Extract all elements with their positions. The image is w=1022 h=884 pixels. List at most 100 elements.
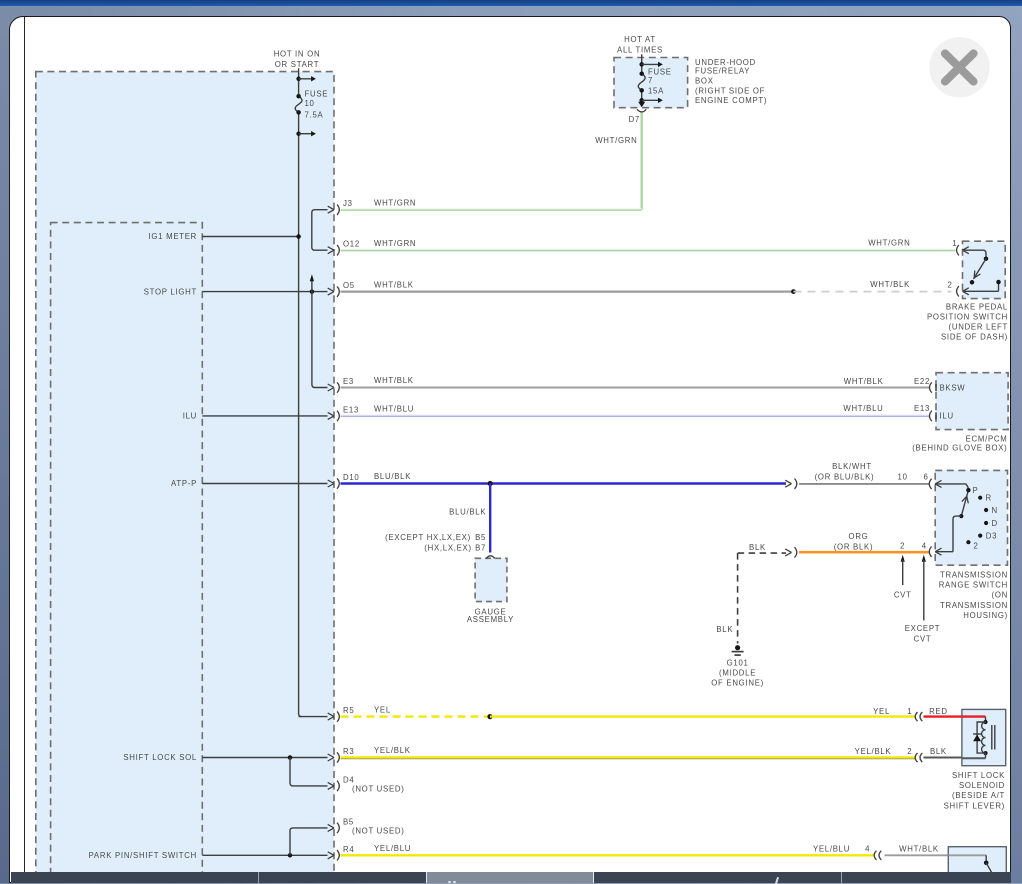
svg-text:BOX: BOX [695,76,714,85]
svg-text:YEL: YEL [374,705,391,714]
svg-text:ALL TIMES: ALL TIMES [617,45,663,54]
svg-text:J3: J3 [343,199,353,208]
svg-text:YEL: YEL [873,707,890,716]
svg-text:CVT: CVT [894,591,912,600]
svg-text:(OR BLU/BLK): (OR BLU/BLK) [815,473,875,482]
svg-text:YEL/BLU: YEL/BLU [374,844,411,853]
svg-text:SHIFT LEVER): SHIFT LEVER) [944,801,1005,810]
svg-text:2: 2 [900,542,905,551]
svg-text:ORG: ORG [849,532,869,541]
svg-text:D3: D3 [986,531,997,540]
svg-text:O12: O12 [343,240,360,249]
svg-text:EXCEPT: EXCEPT [905,624,941,633]
svg-text:BLK/WHT: BLK/WHT [832,462,872,471]
svg-text:POSITION SWITCH: POSITION SWITCH [927,312,1008,321]
svg-text:BLU/BLK: BLU/BLK [374,472,411,481]
svg-text:WHT/BLK: WHT/BLK [870,280,910,289]
svg-text:SIDE OF DASH): SIDE OF DASH) [941,332,1008,341]
svg-text:(MIDDLE: (MIDDLE [719,668,756,677]
svg-text:(ON: (ON [992,591,1008,600]
svg-text:R3: R3 [343,747,354,756]
svg-text:BLK: BLK [716,625,733,634]
svg-text:R4: R4 [343,845,354,854]
svg-text:7: 7 [648,76,653,85]
svg-text:BLK: BLK [749,543,766,552]
svg-text:OF ENGINE): OF ENGINE) [711,679,764,688]
svg-text:WHT/BLU: WHT/BLU [843,404,883,413]
svg-text:BLK: BLK [930,747,947,756]
svg-text:O5: O5 [343,281,355,290]
svg-text:D: D [992,519,998,528]
svg-text:TRANSMISSION: TRANSMISSION [940,601,1008,610]
svg-text:N: N [992,506,998,515]
svg-text:(HX,LX,EX): (HX,LX,EX) [424,543,472,552]
svg-text:E13: E13 [343,405,359,414]
svg-text:ECM/PCM: ECM/PCM [966,434,1008,443]
svg-text:WHT/GRN: WHT/GRN [595,136,637,145]
svg-text:WHT/BLK: WHT/BLK [374,376,414,385]
svg-text:WHT/BLK: WHT/BLK [899,844,939,853]
svg-text:WHT/BLU: WHT/BLU [374,405,414,414]
svg-text:(EXCEPT HX,LX,EX): (EXCEPT HX,LX,EX) [385,533,471,542]
svg-text:IG1 METER: IG1 METER [148,232,197,241]
svg-text:2: 2 [907,747,912,756]
svg-text:B5: B5 [343,817,354,826]
svg-text:D7: D7 [629,115,640,124]
svg-text:BRAKE PEDAL: BRAKE PEDAL [946,302,1008,311]
svg-text:(RIGHT SIDE OF: (RIGHT SIDE OF [695,86,765,95]
svg-text:E22: E22 [914,377,930,386]
svg-text:ILU: ILU [183,412,197,421]
svg-text:HOT IN ON: HOT IN ON [274,50,321,59]
svg-text:FUSE/RELAY: FUSE/RELAY [695,66,750,75]
svg-text:RED: RED [929,707,948,716]
svg-text:PARK PIN/SHIFT SWITCH: PARK PIN/SHIFT SWITCH [89,851,197,860]
svg-text:TRANSMISSION: TRANSMISSION [940,571,1008,580]
svg-text:YEL/BLU: YEL/BLU [813,844,850,853]
svg-text:HOUSING): HOUSING) [963,611,1008,620]
svg-text:7.5A: 7.5A [305,110,324,119]
svg-text:(NOT USED): (NOT USED) [352,785,405,794]
svg-text:(BEHIND GLOVE BOX): (BEHIND GLOVE BOX) [912,444,1007,453]
svg-text:10: 10 [898,473,908,482]
svg-text:R5: R5 [343,706,354,715]
svg-text:FUSE: FUSE [305,89,329,98]
svg-text:P: P [973,486,979,495]
svg-text:E13: E13 [914,404,930,413]
svg-text:ILU: ILU [940,412,954,421]
svg-text:STOP LIGHT: STOP LIGHT [144,287,197,296]
svg-text:RANGE SWITCH: RANGE SWITCH [939,581,1008,590]
svg-text:(BESIDE A/T: (BESIDE A/T [952,791,1005,800]
svg-text:B5: B5 [475,533,486,542]
svg-text:BKSW: BKSW [940,383,966,392]
svg-text:OR START: OR START [275,60,319,69]
svg-text:2: 2 [947,280,952,289]
svg-text:B7: B7 [475,543,486,552]
svg-text:R: R [986,494,992,503]
svg-text:SHIFT LOCK SOL: SHIFT LOCK SOL [123,753,197,762]
svg-text:ENGINE COMPT): ENGINE COMPT) [695,96,767,105]
svg-text:G101: G101 [727,658,749,667]
svg-text:WHT/BLK: WHT/BLK [844,377,884,386]
svg-text:SOLENOID: SOLENOID [959,781,1005,790]
svg-text:CVT: CVT [914,634,932,643]
svg-text:10: 10 [305,99,315,108]
svg-text:D4: D4 [343,775,354,784]
svg-text:SHIFT LOCK: SHIFT LOCK [952,771,1005,780]
svg-text:(OR BLK): (OR BLK) [834,543,874,552]
svg-text:E3: E3 [343,377,354,386]
svg-text:1: 1 [907,707,912,716]
svg-text:YEL/BLK: YEL/BLK [374,746,411,755]
svg-text:1: 1 [952,239,957,248]
svg-text:15A: 15A [648,86,664,95]
svg-text:ATP-P: ATP-P [171,479,197,488]
svg-text:ASSEMBLY: ASSEMBLY [467,615,514,624]
svg-text:(UNDER LEFT: (UNDER LEFT [949,322,1008,331]
svg-text:(NOT USED): (NOT USED) [352,827,405,836]
svg-text:YEL/BLK: YEL/BLK [855,747,892,756]
svg-text:BLU/BLK: BLU/BLK [449,507,486,516]
svg-text:WHT/GRN: WHT/GRN [868,239,910,248]
svg-text:D10: D10 [343,473,359,482]
svg-text:WHT/BLK: WHT/BLK [374,280,414,289]
svg-text:4: 4 [865,844,870,853]
svg-text:4: 4 [922,542,927,551]
